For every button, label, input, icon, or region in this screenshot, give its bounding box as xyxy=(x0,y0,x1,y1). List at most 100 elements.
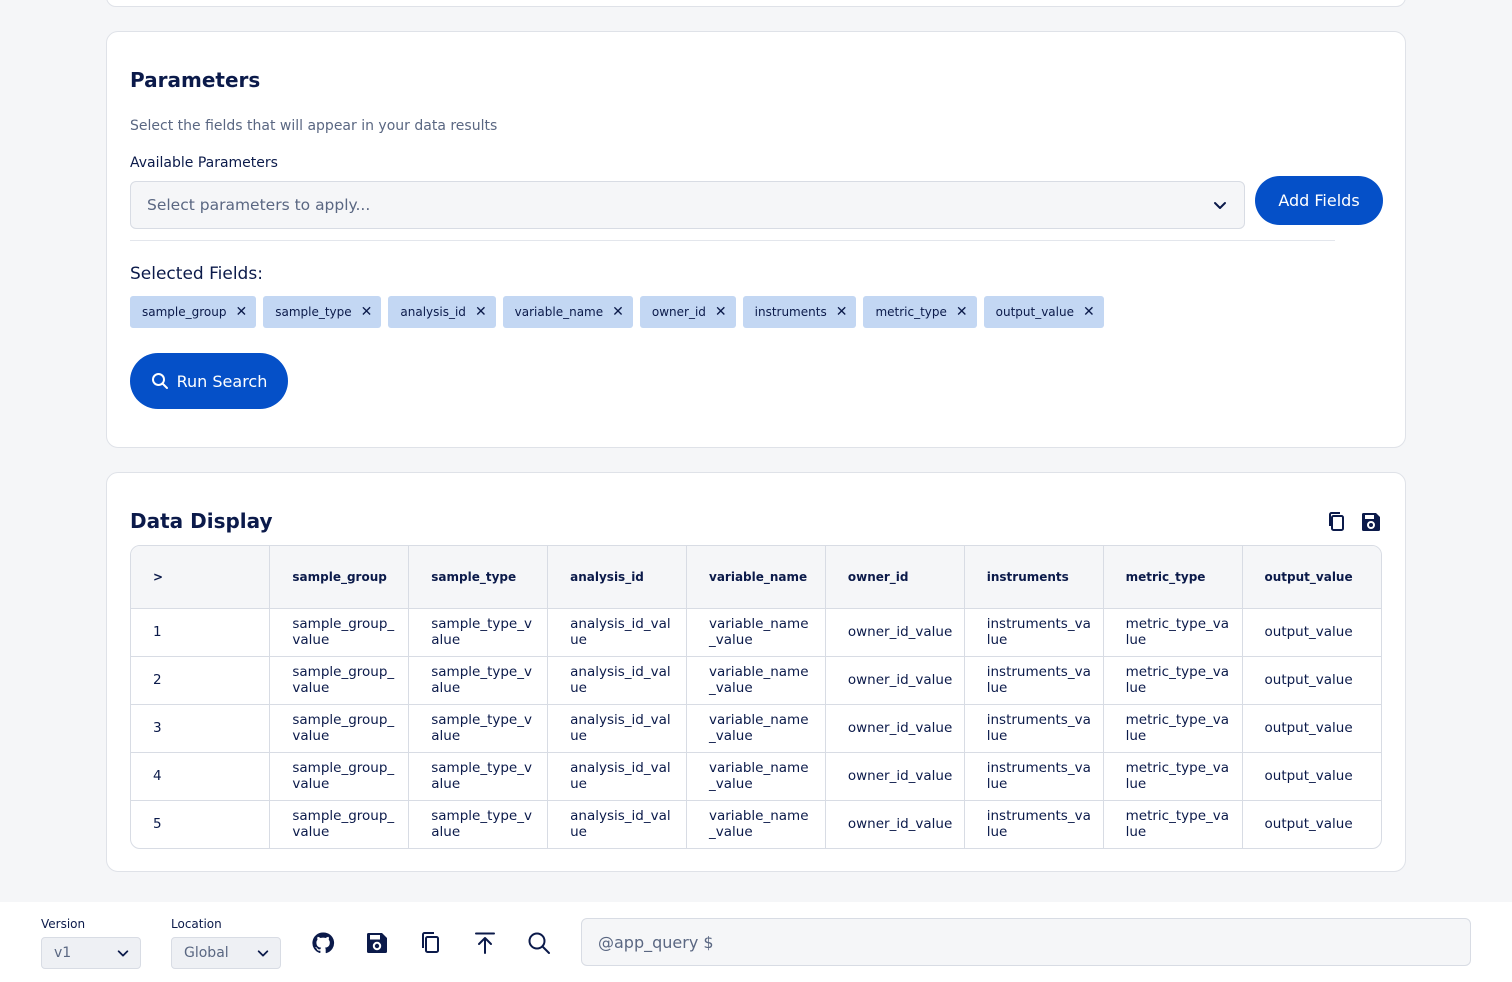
table-header-row: > sample_group sample_type analysis_id v… xyxy=(131,546,1381,609)
field-chip-label: metric_type xyxy=(875,305,947,319)
column-header[interactable]: analysis_id xyxy=(547,546,687,609)
query-placeholder: @app_query $ xyxy=(598,932,714,952)
column-header[interactable]: sample_type xyxy=(408,546,549,609)
selected-fields-label: Selected Fields: xyxy=(130,264,263,284)
field-chip-label: owner_id xyxy=(651,305,706,319)
table-cell: instruments_value xyxy=(964,752,1104,801)
remove-chip-icon[interactable]: ✕ xyxy=(1083,304,1095,320)
table-cell: owner_id_value xyxy=(825,608,965,657)
field-chip: output_value ✕ xyxy=(983,296,1104,328)
table-cell: metric_type_value xyxy=(1103,704,1243,753)
table-cell: owner_id_value xyxy=(825,752,965,801)
version-select[interactable]: v1 xyxy=(41,937,141,969)
table-cell: sample_group_value xyxy=(269,704,410,753)
table-cell: sample_type_value xyxy=(408,800,549,848)
location-select[interactable]: Global xyxy=(171,937,281,969)
table-cell: instruments_value xyxy=(964,704,1104,753)
remove-chip-icon[interactable]: ✕ xyxy=(715,304,727,320)
table-cell: output_value xyxy=(1242,704,1381,753)
field-chip: sample_type ✕ xyxy=(263,296,382,328)
table-cell: output_value xyxy=(1264,816,1353,833)
column-header[interactable]: instruments xyxy=(964,546,1104,609)
remove-chip-icon[interactable]: ✕ xyxy=(235,304,247,320)
table-cell: sample_type_value xyxy=(408,608,549,657)
table-cell: variable_name_value xyxy=(686,752,826,801)
column-header[interactable]: variable_name xyxy=(686,546,826,609)
search-icon[interactable] xyxy=(527,931,551,955)
table-cell: metric_type_value xyxy=(1103,752,1243,801)
location-value: Global xyxy=(184,945,229,961)
table-cell: analysis_id_value xyxy=(547,656,687,705)
table-cell: sample_group_value xyxy=(269,656,410,705)
table-cell: variable_name_value xyxy=(686,656,826,705)
add-fields-button[interactable]: Add Fields xyxy=(1255,176,1383,225)
table-cell: output_value xyxy=(1242,656,1381,705)
table-cell: owner_id_value xyxy=(825,704,965,753)
remove-chip-icon[interactable]: ✕ xyxy=(612,304,624,320)
table-cell: instruments_value xyxy=(964,608,1104,657)
field-chip: sample_group ✕ xyxy=(130,296,257,328)
table-cell: sample_group_value xyxy=(269,608,410,657)
divider xyxy=(130,240,1335,241)
table-cell: sample_type_value xyxy=(408,656,549,705)
remove-chip-icon[interactable]: ✕ xyxy=(361,304,373,320)
parameters-select[interactable]: Select parameters to apply... xyxy=(130,181,1245,229)
table-cell: output_value xyxy=(1242,608,1381,657)
table-cell: variable_name_value xyxy=(686,704,826,753)
field-chip-label: variable_name xyxy=(514,305,604,319)
table-row[interactable]: 3 sample_group_value sample_type_value a… xyxy=(131,704,1381,753)
table-cell: analysis_id_value xyxy=(547,752,687,801)
table-row[interactable]: 5 sample_group_value sample_type_value a… xyxy=(131,800,1381,848)
data-display-card: Data Display > sample_group sample_type … xyxy=(106,472,1406,872)
field-chip-label: output_value xyxy=(995,305,1074,319)
table-cell: owner_id_value xyxy=(825,800,965,848)
table-cell: variable_name_value xyxy=(686,800,826,848)
remove-chip-icon[interactable]: ✕ xyxy=(956,304,968,320)
table-cell: 2 xyxy=(131,656,271,705)
data-display-title: Data Display xyxy=(130,509,273,533)
chevron-down-icon xyxy=(1214,202,1226,209)
column-header[interactable]: owner_id xyxy=(825,546,965,609)
data-table: > sample_group sample_type analysis_id v… xyxy=(130,545,1382,849)
run-search-button[interactable]: Run Search xyxy=(130,353,288,409)
table-cell: metric_type_value xyxy=(1103,800,1243,848)
table-row[interactable]: 4 sample_group_value sample_type_value a… xyxy=(131,752,1381,801)
remove-chip-icon[interactable]: ✕ xyxy=(836,304,848,320)
table-row[interactable]: 2 sample_group_value sample_type_value a… xyxy=(131,656,1381,705)
table-cell: owner_id_value xyxy=(825,656,965,705)
remove-chip-icon[interactable]: ✕ xyxy=(475,304,487,320)
table-cell: 5 xyxy=(131,800,271,848)
table-cell: metric_type_value xyxy=(1103,656,1243,705)
table-cell: output_value xyxy=(1242,752,1381,801)
copy-icon[interactable] xyxy=(1326,511,1348,533)
version-value: v1 xyxy=(54,945,72,961)
query-input[interactable]: @app_query $ xyxy=(581,918,1471,966)
table-cell: analysis_id_value xyxy=(547,800,687,848)
table-cell: instruments_value xyxy=(964,800,1104,848)
column-header[interactable]: metric_type xyxy=(1103,546,1243,609)
copy-icon[interactable] xyxy=(419,931,443,955)
table-cell: 1 xyxy=(131,608,271,657)
table-cell: variable_name_value xyxy=(686,608,826,657)
save-icon[interactable] xyxy=(365,931,389,955)
github-icon[interactable] xyxy=(311,931,335,955)
parameters-select-placeholder: Select parameters to apply... xyxy=(147,196,371,214)
table-row[interactable]: 1 sample_group_value sample_type_value a… xyxy=(131,608,1381,657)
search-icon xyxy=(151,373,168,389)
chevron-down-icon xyxy=(117,950,129,957)
selected-fields-list: sample_group ✕ sample_type ✕ analysis_id ✕ … xyxy=(130,296,1104,328)
previous-card-bottom xyxy=(106,0,1406,7)
save-icon[interactable] xyxy=(1360,511,1382,533)
field-chip: analysis_id ✕ xyxy=(388,296,496,328)
upload-icon[interactable] xyxy=(473,931,497,955)
table-cell: 4 xyxy=(131,752,271,801)
field-chip: instruments ✕ xyxy=(742,296,857,328)
table-cell: analysis_id_value xyxy=(547,608,687,657)
field-chip: owner_id ✕ xyxy=(639,296,736,328)
version-label: Version xyxy=(41,917,86,931)
table-cell: 3 xyxy=(131,704,271,753)
footer-bar: Version v1 Location Global @app_query $ xyxy=(0,902,1512,982)
column-header[interactable]: sample_group xyxy=(269,546,410,609)
column-header[interactable]: output_value xyxy=(1242,546,1381,609)
expand-column-header[interactable]: > xyxy=(131,546,271,609)
